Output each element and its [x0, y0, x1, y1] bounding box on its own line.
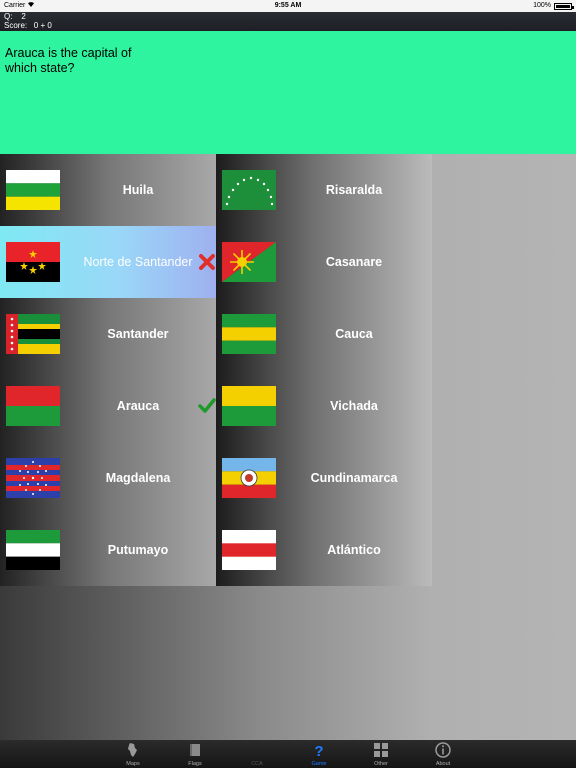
option-huila[interactable]: Huila — [0, 154, 216, 226]
grid-icon — [374, 743, 388, 757]
flag-huila-icon — [6, 170, 60, 210]
score-counter: Score: 0 + 0 — [4, 21, 52, 30]
question-panel: Arauca is the capital of which state? — [0, 31, 576, 154]
option-casanare[interactable]: Casanare — [216, 226, 432, 298]
tab-other[interactable]: Other — [350, 740, 412, 768]
option-atlantico[interactable]: Atlántico — [216, 514, 432, 586]
flag-icon — [190, 744, 200, 756]
option-vichada[interactable]: Vichada — [216, 370, 432, 442]
option-label: Putumayo — [107, 543, 169, 557]
question-icon: ? — [314, 743, 323, 758]
option-label: Arauca — [116, 399, 160, 413]
flag-risaralda-icon — [222, 170, 276, 210]
svg-text:?: ? — [314, 743, 323, 758]
flag-norte-de-santander-icon — [6, 242, 60, 282]
option-label: Santander — [107, 327, 169, 341]
options-column-left: Huila Norte de Santander Santander Arauc… — [0, 154, 216, 586]
flag-arauca-icon — [6, 386, 60, 426]
tab-game[interactable]: ? Game — [288, 740, 350, 768]
tab-about[interactable]: About — [412, 740, 474, 768]
correct-check-icon — [198, 398, 216, 413]
option-risaralda[interactable]: Risaralda — [216, 154, 432, 226]
flag-putumayo-icon — [6, 530, 60, 570]
wrong-x-icon — [199, 254, 215, 270]
flag-cauca-icon — [222, 314, 276, 354]
option-santander[interactable]: Santander — [0, 298, 216, 370]
tab-label: Flags — [188, 761, 202, 767]
option-label: Norte de Santander — [83, 255, 193, 269]
tab-maps[interactable]: Maps — [102, 740, 164, 768]
status-time: 9:55 AM — [274, 2, 302, 9]
option-label: Casanare — [325, 255, 383, 269]
flag-vichada-icon — [222, 386, 276, 426]
option-label: Vichada — [330, 399, 378, 413]
option-cundinamarca[interactable]: Cundinamarca — [216, 442, 432, 514]
option-label: Magdalena — [105, 471, 171, 485]
tab-cca[interactable]: CCA — [226, 740, 288, 768]
flag-atlantico-icon — [222, 530, 276, 570]
info-icon — [435, 742, 451, 758]
tab-label: Other — [374, 761, 388, 767]
score-bar: Q: 2 Score: 0 + 0 — [0, 12, 576, 31]
option-putumayo[interactable]: Putumayo — [0, 514, 216, 586]
option-label: Risaralda — [325, 183, 383, 197]
map-icon — [128, 743, 137, 757]
options-column-right: Risaralda Casanare Cauca Vichada Cundina… — [216, 154, 432, 586]
option-label: Cauca — [335, 327, 373, 341]
option-arauca[interactable]: Arauca — [0, 370, 216, 442]
question-text: Arauca is the capital of which state? — [5, 46, 132, 75]
option-label: Atlántico — [327, 543, 381, 557]
option-label: Huila — [122, 183, 154, 197]
battery-icon — [554, 2, 574, 10]
flag-casanare-icon — [222, 242, 276, 282]
question-counter: Q: 2 — [4, 12, 26, 21]
tab-label: CCA — [251, 761, 263, 767]
flag-cundinamarca-icon — [222, 458, 276, 498]
tab-label: Game — [311, 761, 327, 767]
flag-santander-icon — [6, 314, 60, 354]
tab-flags[interactable]: Flags — [164, 740, 226, 768]
battery-percent: 100% — [533, 2, 551, 9]
status-bar: Carrier 9:55 AM 100% — [0, 0, 576, 12]
tab-bar: Maps Flags CCA ? Game Other About — [0, 740, 576, 768]
tab-label: About — [435, 761, 451, 767]
option-magdalena[interactable]: Magdalena — [0, 442, 216, 514]
battery-indicator: 100% — [533, 0, 574, 12]
option-cauca[interactable]: Cauca — [216, 298, 432, 370]
tab-label: Maps — [126, 761, 140, 767]
flag-magdalena-icon — [6, 458, 60, 498]
option-label: Cundinamarca — [310, 471, 398, 485]
option-norte-de-santander[interactable]: Norte de Santander — [0, 226, 216, 298]
